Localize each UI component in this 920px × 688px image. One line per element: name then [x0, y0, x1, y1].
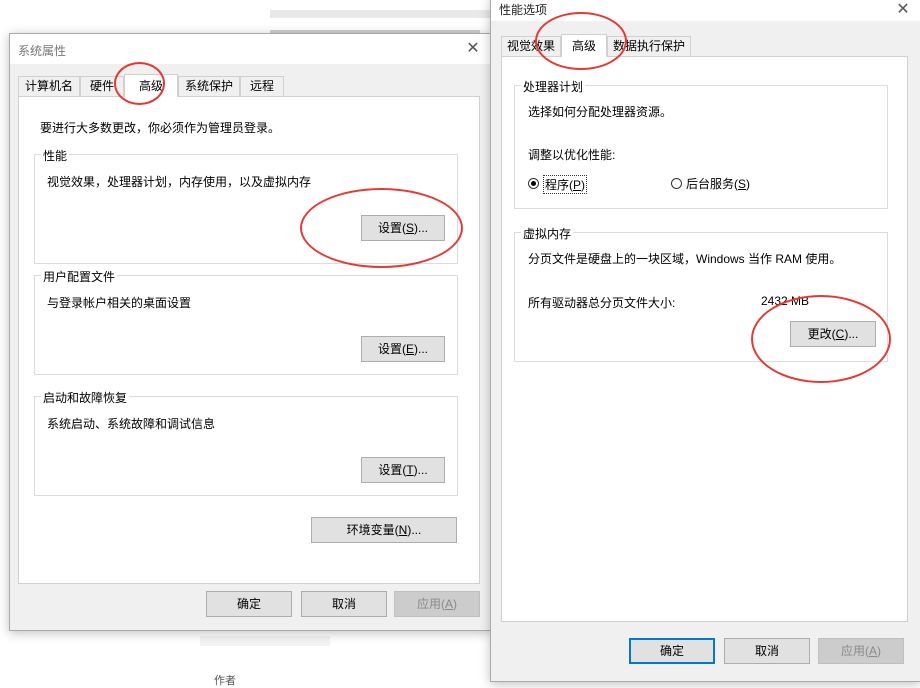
group-description: 与登录帐户相关的桌面设置: [47, 296, 192, 310]
close-icon[interactable]: ✕: [460, 36, 486, 62]
access-key-letter: S: [405, 221, 414, 235]
background-bottom-strip: [200, 636, 330, 646]
apply-button[interactable]: 应用(A): [394, 591, 480, 617]
tab-system-protection[interactable]: 系统保护: [178, 76, 240, 96]
access-key-letter: N: [398, 523, 408, 537]
close-icon[interactable]: ✕: [890, 0, 916, 23]
system-properties-dialog: 系统属性 ✕ 计算机名 硬件 高级 系统保护 远程 要进行大多数更改，你必须作为…: [9, 33, 491, 631]
radio-programs-label[interactable]: 程序(P): [543, 175, 588, 194]
tab-strip: 视觉效果 高级 数据执行保护: [501, 34, 911, 57]
group-description: 选择如何分配处理器资源。: [528, 105, 673, 119]
ok-button[interactable]: 确定: [206, 591, 292, 617]
cancel-button[interactable]: 取消: [301, 591, 387, 617]
radio-background-services-label[interactable]: 后台服务(S): [686, 175, 750, 192]
access-key-letter: A: [444, 597, 453, 611]
paging-file-total-label: 所有驱动器总分页文件大小:: [528, 296, 676, 310]
group-description: 视觉效果，处理器计划，内存使用，以及虚拟内存: [47, 175, 312, 189]
tab-advanced[interactable]: 高级: [561, 34, 607, 57]
startup-recovery-group: 启动和故障恢复 系统启动、系统故障和调试信息 设置(T)...: [34, 389, 458, 496]
ok-button[interactable]: 确定: [629, 638, 715, 664]
performance-group: 性能 视觉效果，处理器计划，内存使用，以及虚拟内存 设置(S)...: [34, 147, 458, 264]
tab-advanced[interactable]: 高级: [124, 74, 178, 97]
access-key-letter: T: [406, 463, 414, 477]
access-key-letter: C: [835, 327, 845, 341]
performance-settings-button[interactable]: 设置(S)...: [361, 215, 445, 241]
group-label: 性能: [41, 147, 70, 164]
dialog-title: 系统属性: [18, 44, 67, 58]
advanced-tab-panel: 要进行大多数更改，你必须作为管理员登录。 性能 视觉效果，处理器计划，内存使用，…: [18, 96, 480, 584]
background-fragment: 作者: [214, 675, 236, 687]
access-key-letter: A: [868, 644, 877, 658]
adjust-label: 调整以优化性能:: [528, 148, 616, 162]
performance-options-dialog: 性能选项 ✕ 视觉效果 高级 数据执行保护 处理器计划 选择如何分配处理器资源。…: [490, 0, 920, 682]
user-profiles-group: 用户配置文件 与登录帐户相关的桌面设置 设置(E)...: [34, 268, 458, 375]
tab-visual-effects[interactable]: 视觉效果: [501, 36, 561, 56]
radio-programs[interactable]: [528, 178, 539, 189]
group-label: 处理器计划: [521, 78, 586, 95]
user-profiles-settings-button[interactable]: 设置(E)...: [361, 336, 445, 362]
environment-variables-button[interactable]: 环境变量(N)...: [311, 517, 457, 543]
group-description: 系统启动、系统故障和调试信息: [47, 417, 216, 431]
access-key-letter: S: [738, 177, 747, 191]
virtual-memory-group: 虚拟内存 分页文件是硬盘上的一块区域，Windows 当作 RAM 使用。 所有…: [514, 225, 888, 362]
group-label: 用户配置文件: [41, 268, 118, 285]
admin-note: 要进行大多数更改，你必须作为管理员登录。: [40, 121, 281, 135]
background-toolbar-strip: [270, 10, 490, 18]
change-virtual-memory-button[interactable]: 更改(C)...: [790, 321, 876, 347]
access-key-letter: E: [405, 342, 414, 356]
advanced-tab-panel: 处理器计划 选择如何分配处理器资源。 调整以优化性能: 程序(P) 后台服务(S…: [501, 56, 908, 622]
group-label: 虚拟内存: [521, 225, 574, 242]
tab-data-execution-prevention[interactable]: 数据执行保护: [607, 36, 691, 56]
tab-hardware[interactable]: 硬件: [80, 76, 124, 96]
tab-strip: 计算机名 硬件 高级 系统保护 远程: [18, 74, 488, 97]
group-description: 分页文件是硬盘上的一块区域，Windows 当作 RAM 使用。: [528, 252, 842, 266]
tab-computer-name[interactable]: 计算机名: [18, 76, 80, 96]
processor-scheduling-group: 处理器计划 选择如何分配处理器资源。 调整以优化性能: 程序(P) 后台服务(S…: [514, 78, 888, 209]
group-label: 启动和故障恢复: [41, 389, 130, 406]
title-bar: 性能选项 ✕: [491, 0, 920, 21]
tab-remote[interactable]: 远程: [240, 76, 284, 96]
dialog-title: 性能选项: [499, 3, 548, 17]
access-key-letter: P: [573, 178, 582, 192]
title-bar: 系统属性 ✕: [10, 34, 490, 64]
radio-background-services[interactable]: [671, 178, 682, 189]
paging-file-total-value: 2432 MB: [761, 294, 810, 308]
cancel-button[interactable]: 取消: [724, 638, 810, 664]
startup-recovery-settings-button[interactable]: 设置(T)...: [361, 457, 445, 483]
apply-button[interactable]: 应用(A): [818, 638, 904, 664]
